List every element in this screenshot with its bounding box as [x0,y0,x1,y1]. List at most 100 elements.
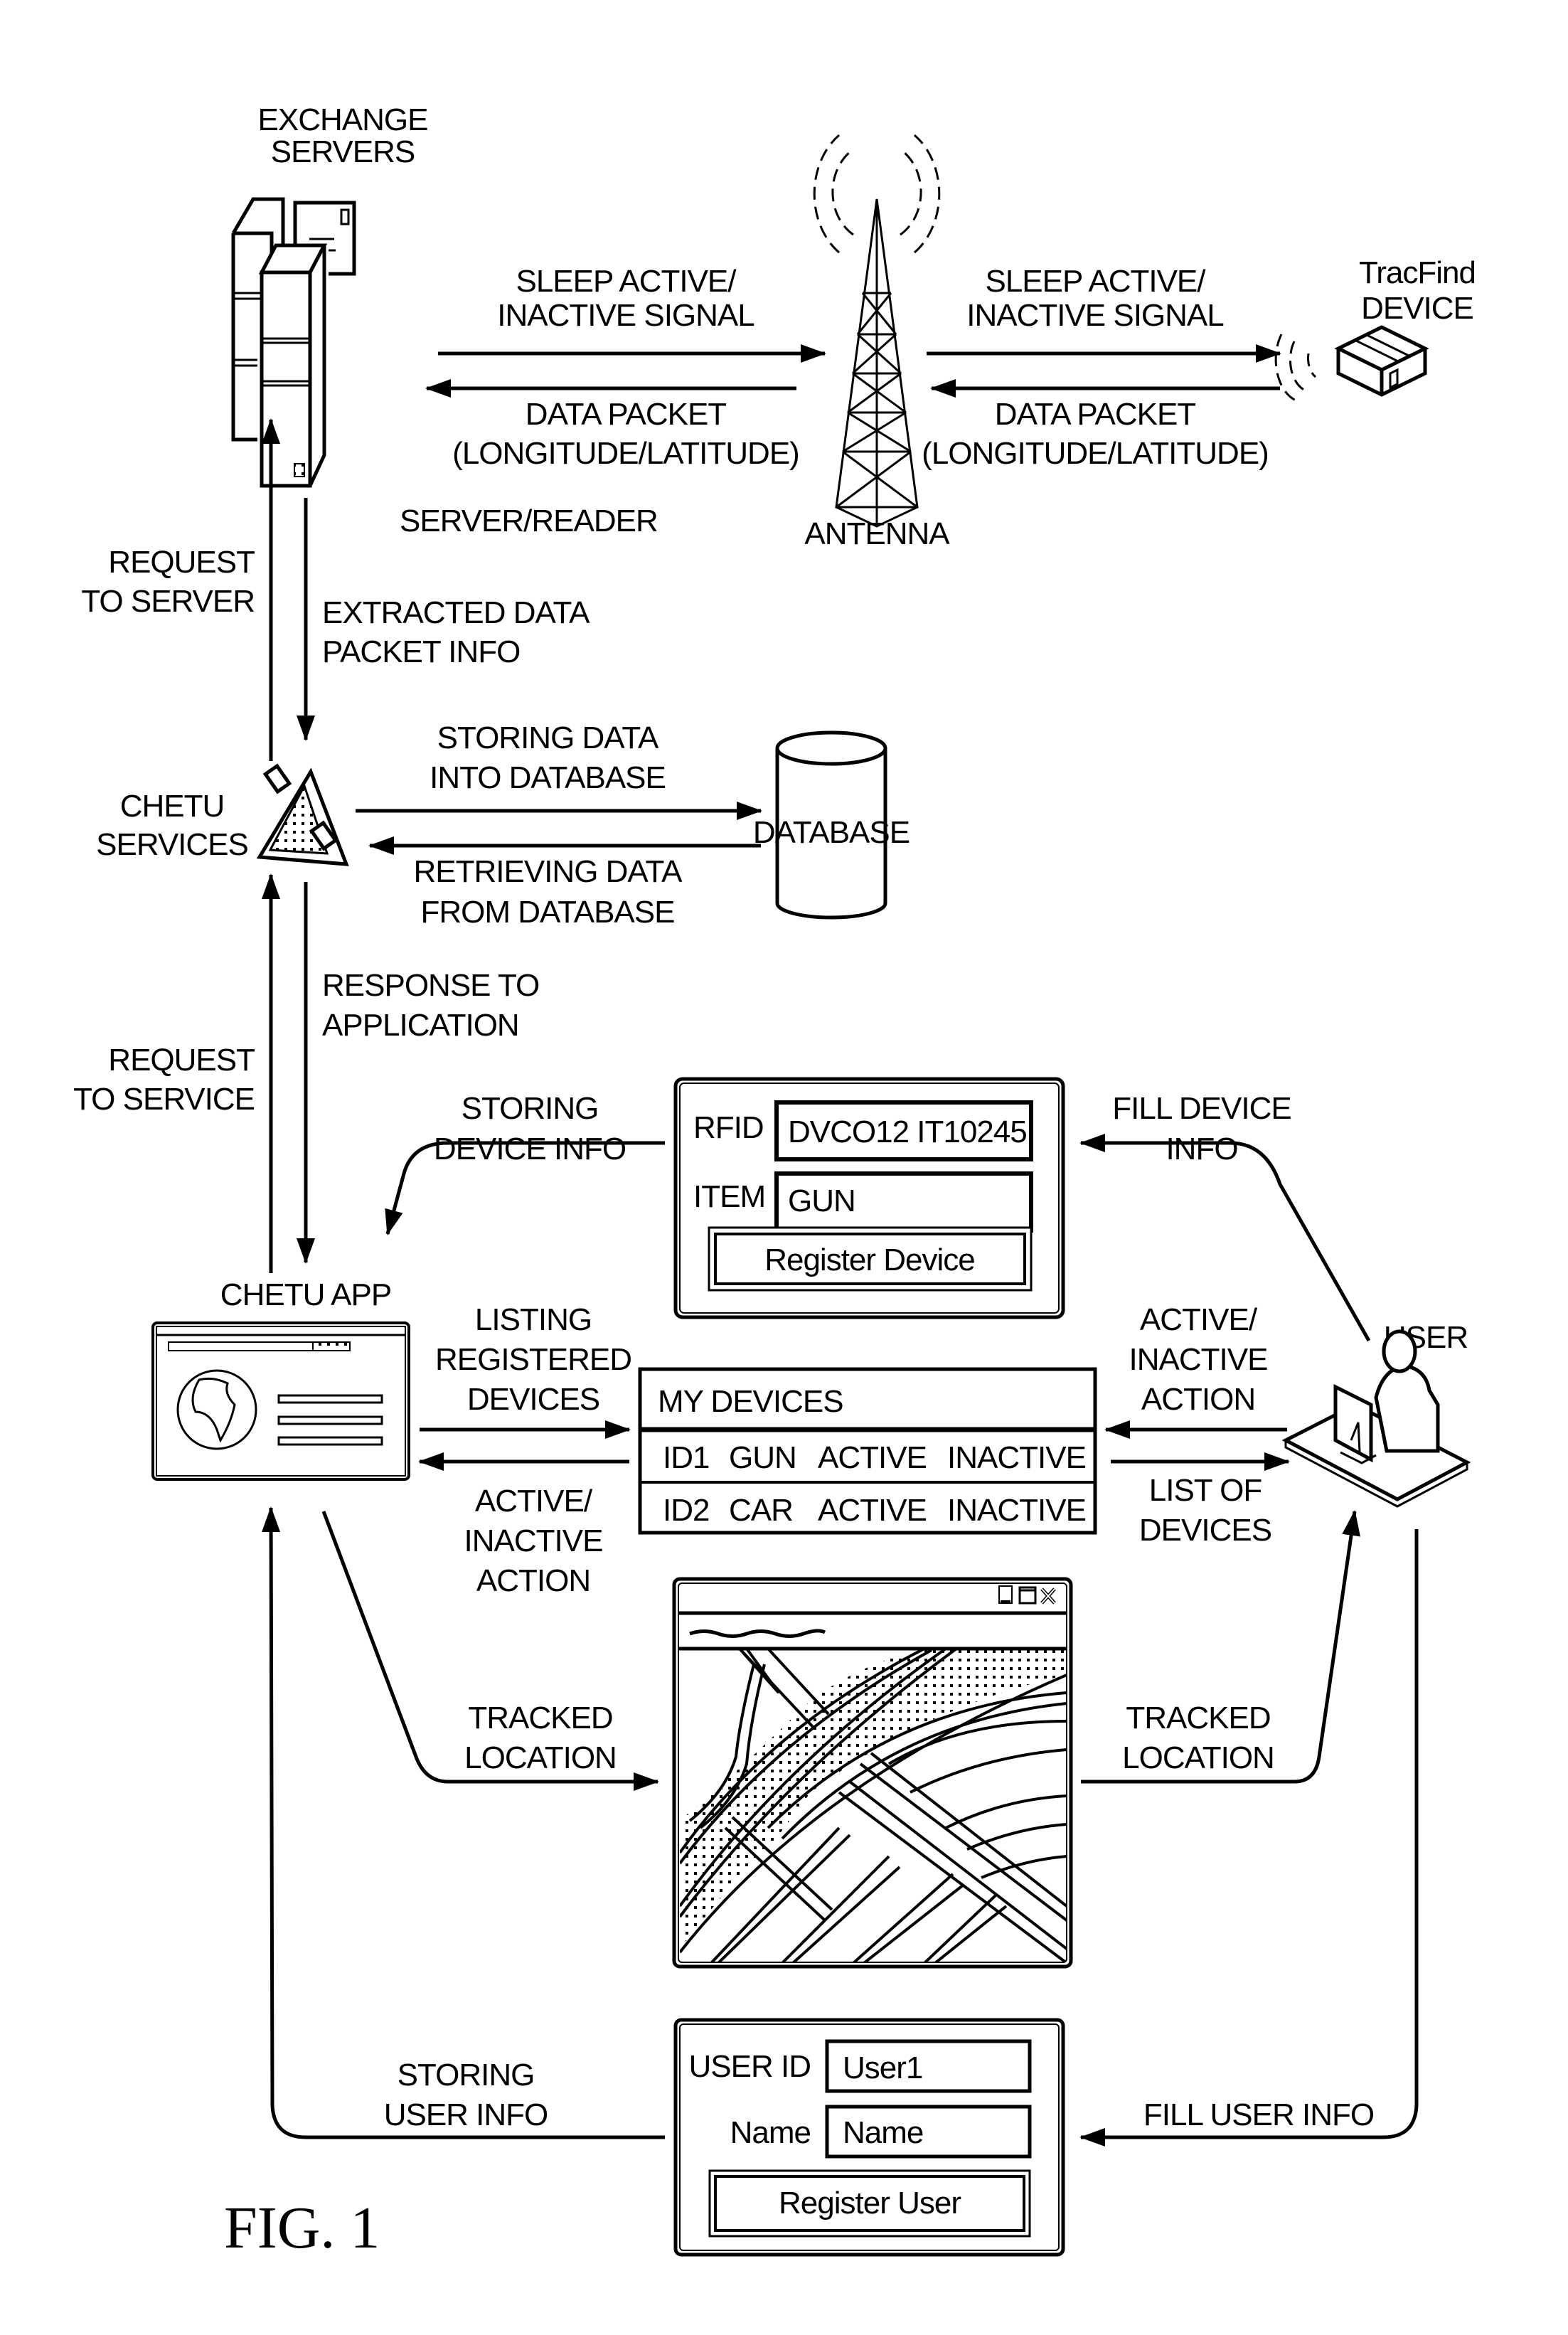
register-device-button[interactable]: Register Device [708,1226,1033,1292]
flow-label: INTO DATABASE [430,760,666,795]
flow-label: USER INFO [384,2097,548,2132]
name-label: Name [730,2115,811,2150]
flow-label: LIST OF [1149,1473,1262,1508]
flow-label: SLEEP ACTIVE/ [516,264,737,299]
item-value: GUN [788,1184,855,1218]
row-id: ID1 [663,1440,709,1475]
user-id-label: USER ID [689,2049,811,2084]
antenna-device-flows: SLEEP ACTIVE/ INACTIVE SIGNAL DATA PACKE… [922,264,1281,471]
flow-label: PACKET INFO [322,634,520,669]
antenna-label: ANTENNA [804,516,950,551]
row-active-button[interactable]: ACTIVE [818,1440,927,1475]
flow-label: ACTIVE/ [1140,1302,1258,1337]
row-item: GUN [729,1440,796,1475]
flow-label: TRACKED [468,1701,612,1735]
flow-label: (LONGITUDE/LATITUDE) [922,436,1269,471]
figure-caption: FIG. 1 [224,2195,380,2261]
map-window [672,1577,1073,1969]
flow-label: RETRIEVING DATA [414,854,683,889]
tracfind-device: TracFind DEVICE [1274,255,1476,403]
rfid-label: RFID [693,1110,764,1145]
chetu-services-label-1: CHETU [120,789,225,824]
flow-label: LISTING [475,1302,592,1337]
flow-label: REQUEST [108,1043,255,1078]
server-reader-label: SERVER/READER [400,504,658,538]
device-registration-form: RFID DVCO12 IT10245 ITEM GUN Register De… [673,1077,1065,1319]
maximize-icon[interactable] [1018,1586,1037,1605]
user-id-value: User1 [843,2051,922,2085]
chetu-services: CHETU SERVICES [96,763,349,866]
user-at-desk-icon [1281,1329,1471,1508]
register-user-button[interactable]: Register User [708,2169,1031,2238]
flow-label: STORING [462,1091,599,1126]
flow-label: REQUEST [108,545,255,580]
flow-label: ACTION [476,1563,590,1598]
register-device-label: Register Device [764,1243,975,1277]
flow-label: INACTIVE SIGNAL [497,298,754,333]
package-device-icon [1274,325,1429,403]
flow-label: TO SERVER [81,584,255,619]
flow-label: FILL USER INFO [1143,2097,1374,2132]
row-active-button[interactable]: ACTIVE [818,1493,927,1528]
flow-label: INFO [1166,1132,1237,1166]
flow-label: DEVICE INFO [434,1132,626,1166]
flow-label: TRACKED [1126,1701,1270,1735]
flow-label: FROM DATABASE [421,895,675,930]
my-devices-table: MY DEVICES ID1 GUN ACTIVE INACTIVE ID2 C… [638,1367,1097,1535]
minimize-icon[interactable] [998,1585,1013,1604]
flow-label: INACTIVE SIGNAL [966,298,1224,333]
chetu-app: CHETU APP [151,1277,410,1481]
flow-label: (LONGITUDE/LATITUDE) [452,436,799,471]
register-user-label: Register User [779,2186,961,2220]
flow-label: INACTIVE [1129,1342,1268,1377]
row-inactive-button[interactable]: INACTIVE [947,1493,1087,1528]
chetu-services-label-2: SERVICES [96,827,248,862]
flow-label: DATA PACKET [995,397,1196,432]
app-window-icon [151,1321,410,1481]
user-devices-flows: ACTIVE/ INACTIVE ACTION LIST OF DEVICES [1104,1302,1290,1548]
my-devices-title: MY DEVICES [658,1384,843,1419]
flow-label: DEVICES [1139,1513,1271,1548]
flow-label: RESPONSE TO [322,968,539,1003]
flow-label: STORING DATA [437,720,659,755]
server-rack-icon [231,197,356,488]
chetu-app-label: CHETU APP [220,1277,391,1312]
exchange-servers-label-2: SERVERS [271,134,415,169]
tracfind-label-1: TracFind [1359,255,1476,290]
flow-label: EXTRACTED DATA [322,595,590,630]
server-antenna-flows: SLEEP ACTIVE/ INACTIVE SIGNAL DATA PACKE… [425,264,826,471]
storing-device-info-flow: STORING DEVICE INFO [385,1091,665,1235]
services-database-flows: STORING DATA INTO DATABASE RETRIEVING DA… [356,720,762,930]
flow-label: SLEEP ACTIVE/ [985,264,1206,299]
server-services-flows: REQUEST TO SERVER EXTRACTED DATA PACKET … [81,418,591,761]
flow-label: DATA PACKET [526,397,727,432]
flow-label: ACTION [1141,1382,1255,1417]
flow-label: TO SERVICE [73,1082,255,1117]
user-registration-form: USER ID User1 Name Name Register User [673,2018,1065,2257]
row-item: CAR [729,1493,793,1528]
flow-label: DEVICES [467,1382,599,1417]
flow-label: ACTIVE/ [475,1484,593,1518]
flow-label: FILL DEVICE [1112,1091,1291,1126]
services-app-flows: RESPONSE TO APPLICATION REQUEST TO SERVI… [73,873,540,1273]
app-devices-flows: LISTING REGISTERED DEVICES ACTIVE/ INACT… [418,1302,632,1598]
flow-label: LOCATION [1122,1740,1274,1775]
row-id: ID2 [663,1493,709,1528]
row-inactive-button[interactable]: INACTIVE [947,1440,1087,1475]
exchange-servers-label-1: EXCHANGE [258,102,428,137]
database: DATABASE [753,730,910,920]
item-label: ITEM [693,1179,765,1214]
flow-label: APPLICATION [322,1008,519,1043]
rfid-value: DVCO12 IT10245 [788,1115,1027,1149]
tracfind-label-2: DEVICE [1361,291,1473,326]
flow-label: INACTIVE [464,1523,603,1558]
flow-label: REGISTERED [435,1342,631,1377]
system-diagram: EXCHANGE SERVERS SERVER/READER SLEEP ACT… [73,102,1476,2261]
antenna-tower-icon [813,134,941,528]
user: USER [1281,1320,1471,1508]
satellite-service-icon [256,763,349,866]
database-label: DATABASE [753,815,910,850]
name-value: Name [843,2115,923,2150]
flow-label: STORING [398,2058,535,2092]
flow-label: LOCATION [464,1740,617,1775]
